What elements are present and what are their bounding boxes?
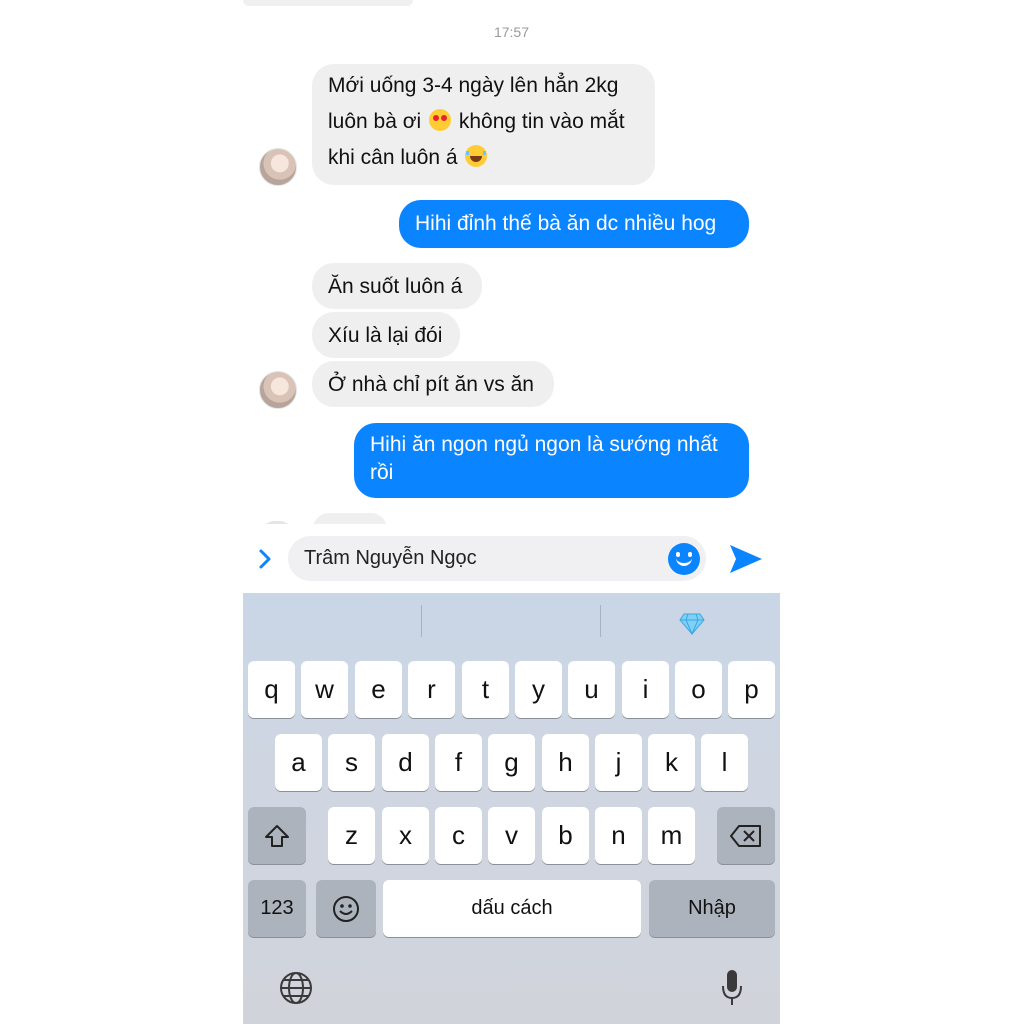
incoming-message-bubble[interactable]: Xíu là lại đói	[312, 312, 460, 358]
shift-icon	[264, 820, 290, 850]
microphone-icon[interactable]	[721, 969, 743, 1015]
key-c[interactable]: c	[435, 807, 482, 864]
key-d[interactable]: d	[382, 734, 429, 791]
message-line: rồi	[370, 461, 394, 484]
on-screen-keyboard: q w e r t y u i o p a s d f g h j k l z …	[243, 593, 780, 1024]
prediction-divider	[421, 605, 422, 637]
key-t[interactable]: t	[462, 661, 509, 718]
key-v[interactable]: v	[488, 807, 535, 864]
key-x[interactable]: x	[382, 807, 429, 864]
key-q[interactable]: q	[248, 661, 295, 718]
message-line: Hihi ăn ngon ngủ ngon là sướng nhất	[370, 433, 718, 456]
message-text: luôn bà ơi	[328, 110, 422, 133]
gem-icon[interactable]	[679, 613, 705, 640]
tears-of-joy-emoji-icon	[465, 145, 488, 167]
incoming-message-bubble[interactable]: Ăn suốt luôn á	[312, 263, 482, 309]
key-r[interactable]: r	[408, 661, 455, 718]
key-j[interactable]: j	[595, 734, 642, 791]
smiley-icon[interactable]	[668, 543, 700, 575]
key-n[interactable]: n	[595, 807, 642, 864]
globe-icon[interactable]	[279, 971, 313, 1013]
delete-key[interactable]	[717, 807, 775, 864]
prediction-divider	[600, 605, 601, 637]
contact-avatar[interactable]	[259, 148, 297, 186]
key-s[interactable]: s	[328, 734, 375, 791]
message-input[interactable]: Trâm Nguyễn Ngọc	[288, 536, 706, 581]
message-text: khi cân luôn á	[328, 146, 458, 169]
outgoing-message-bubble[interactable]: Hihi ăn ngon ngủ ngon là sướng nhất rồi	[354, 423, 749, 498]
key-h[interactable]: h	[542, 734, 589, 791]
send-icon[interactable]	[728, 543, 764, 575]
message-line: Mới uống 3-4 ngày lên hẳn 2kg	[328, 74, 619, 97]
contact-avatar[interactable]	[259, 371, 297, 409]
return-key[interactable]: Nhập	[649, 880, 775, 937]
message-input-value: Trâm Nguyễn Ngọc	[304, 547, 477, 569]
emoji-icon	[332, 893, 360, 923]
message-line: luôn bà ơi không tin vào mắt	[328, 104, 639, 140]
key-a[interactable]: a	[275, 734, 322, 791]
shift-key[interactable]	[248, 807, 306, 864]
key-f[interactable]: f	[435, 734, 482, 791]
key-u[interactable]: u	[568, 661, 615, 718]
space-key[interactable]: dấu cách	[383, 880, 641, 937]
message-line: khi cân luôn á	[328, 140, 639, 176]
key-b[interactable]: b	[542, 807, 589, 864]
message-text: không tin vào mắt	[458, 110, 625, 133]
emoji-key[interactable]	[316, 880, 376, 937]
key-l[interactable]: l	[701, 734, 748, 791]
chevron-right-icon[interactable]	[255, 544, 279, 574]
key-m[interactable]: m	[648, 807, 695, 864]
incoming-message-bubble[interactable]: Mới uống 3-4 ngày lên hẳn 2kg luôn bà ơi…	[312, 64, 655, 185]
numbers-key[interactable]: 123	[248, 880, 306, 937]
key-e[interactable]: e	[355, 661, 402, 718]
key-p[interactable]: p	[728, 661, 775, 718]
key-k[interactable]: k	[648, 734, 695, 791]
messenger-screen: 17:57 Mới uống 3-4 ngày lên hẳn 2kg luôn…	[243, 0, 780, 1024]
outgoing-message-bubble[interactable]: Hihi đỉnh thế bà ăn dc nhiều hog	[399, 200, 749, 248]
chat-timestamp: 17:57	[493, 24, 530, 40]
key-y[interactable]: y	[515, 661, 562, 718]
key-i[interactable]: i	[622, 661, 669, 718]
key-g[interactable]: g	[488, 734, 535, 791]
heart-eyes-emoji-icon	[429, 109, 452, 131]
previous-message-fragment	[243, 0, 413, 6]
incoming-message-bubble[interactable]: Ở nhà chỉ pít ăn vs ăn	[312, 361, 554, 407]
key-z[interactable]: z	[328, 807, 375, 864]
key-o[interactable]: o	[675, 661, 722, 718]
backspace-icon	[730, 820, 762, 850]
message-composer: Trâm Nguyễn Ngọc	[243, 524, 780, 593]
key-w[interactable]: w	[301, 661, 348, 718]
